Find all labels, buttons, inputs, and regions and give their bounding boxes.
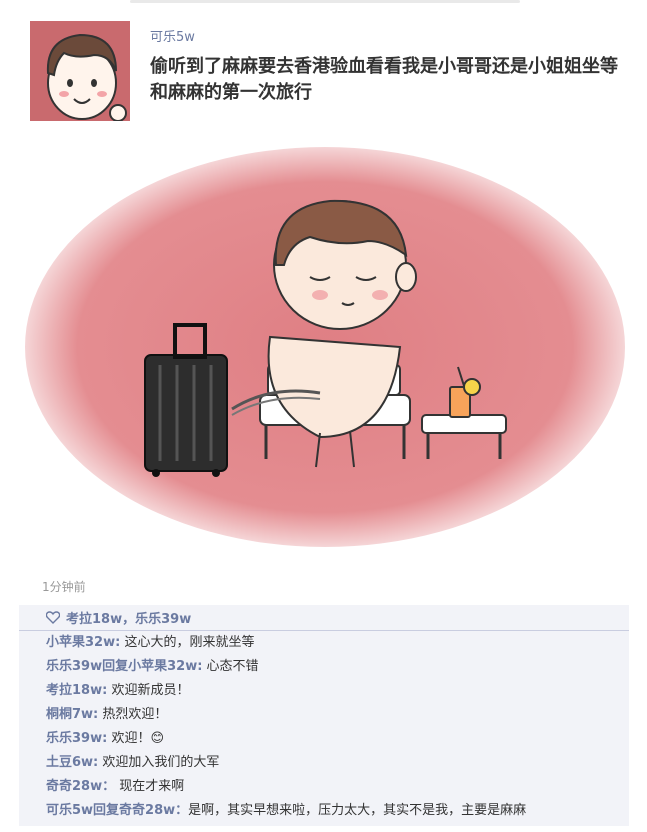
top-divider — [130, 0, 520, 3]
comment-text: 欢迎！😊 — [107, 731, 164, 746]
comment-item[interactable]: 奇奇28w： 现在才来啊 — [19, 775, 629, 799]
comment-item[interactable]: 乐乐39w回复小苹果32w: 心态不错 — [19, 655, 629, 679]
comment-item[interactable]: 小苹果32w: 这心大的，刚来就坐等 — [19, 631, 629, 655]
comment-text: 现在才来啊 — [115, 779, 185, 794]
comment-text: 欢迎新成员！ — [107, 683, 190, 698]
comment-item[interactable]: 桐桐7w: 热烈欢迎！ — [19, 703, 629, 727]
comment-item[interactable]: 乐乐39w: 欢迎！😊 — [19, 727, 629, 751]
comment-item[interactable]: 考拉18w: 欢迎新成员！ — [19, 679, 629, 703]
comment-item[interactable]: 土豆6w: 欢迎加入我们的大军 — [19, 751, 629, 775]
comment-text: 这心大的，刚来就坐等 — [120, 635, 255, 650]
comment-author[interactable]: 小苹果32w: — [46, 635, 120, 650]
comment-author[interactable]: 奇奇28w： — [46, 779, 115, 794]
comment-author[interactable]: 可乐5w回复奇奇28w： — [46, 803, 188, 818]
comment-item[interactable]: 可乐5w回复奇奇28w：是啊，其实早想来啦，压力太大，其实不是我，主要是麻麻 — [19, 799, 629, 823]
likes-row: 考拉18w，乐乐39w — [19, 605, 629, 631]
avatar-baby-illustration — [30, 21, 130, 121]
baby-traveler-illustration — [20, 137, 629, 565]
comment-author[interactable]: 乐乐39w: — [46, 731, 107, 746]
comment-text: 是啊，其实早想来啦，压力太大，其实不是我，主要是麻麻 — [188, 803, 527, 818]
post-time: 1分钟前 — [42, 580, 86, 594]
heart-icon[interactable] — [46, 611, 60, 624]
post-author[interactable]: 可乐5w — [150, 26, 195, 45]
comment-author[interactable]: 考拉18w: — [46, 683, 107, 698]
post-photo[interactable] — [20, 137, 629, 565]
avatar[interactable] — [30, 21, 130, 121]
comments-panel: 考拉18w，乐乐39w 小苹果32w: 这心大的，刚来就坐等 乐乐39w回复小苹… — [19, 605, 629, 826]
comment-author[interactable]: 乐乐39w回复小苹果32w: — [46, 659, 202, 674]
comment-text: 热烈欢迎！ — [98, 707, 168, 722]
comment-author[interactable]: 土豆6w: — [46, 755, 98, 770]
likes-text[interactable]: 考拉18w，乐乐39w — [66, 608, 191, 627]
comment-author[interactable]: 桐桐7w: — [46, 707, 98, 722]
comment-text: 心态不错 — [202, 659, 259, 674]
post-text: 偷听到了麻麻要去香港验血看看我是小哥哥还是小姐姐坐等和麻麻的第一次旅行 — [150, 56, 618, 103]
comment-text: 欢迎加入我们的大军 — [98, 755, 220, 770]
comment-list: 小苹果32w: 这心大的，刚来就坐等 乐乐39w回复小苹果32w: 心态不错 考… — [19, 631, 629, 823]
